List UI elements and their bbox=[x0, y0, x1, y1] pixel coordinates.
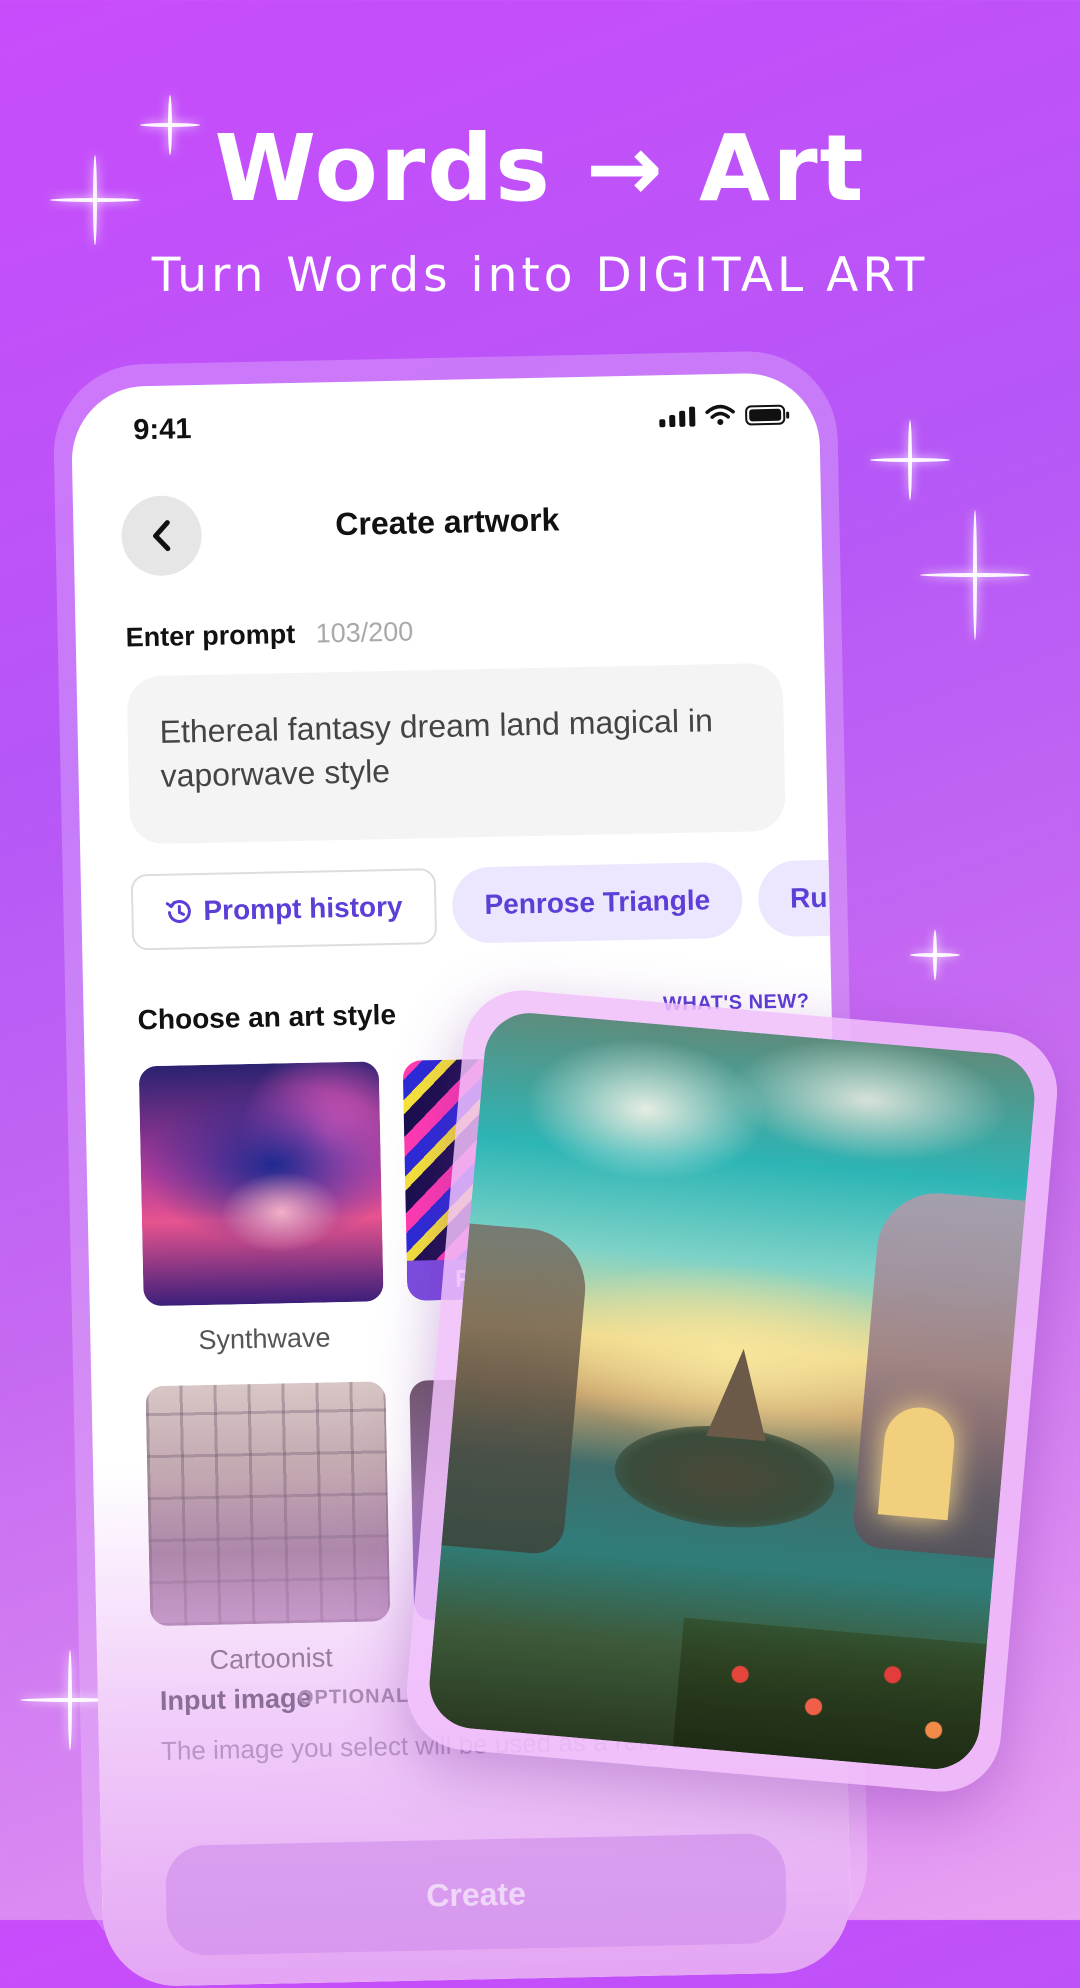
style-tile-synthwave[interactable] bbox=[138, 1061, 384, 1307]
history-icon bbox=[165, 900, 191, 923]
style-tile-cartoonist[interactable] bbox=[145, 1381, 391, 1627]
artwork-flowers bbox=[673, 1617, 987, 1773]
input-image-label: Input image bbox=[159, 1682, 312, 1717]
hero-subtitle: Turn Words into DIGITAL ART bbox=[151, 248, 929, 303]
cellular-signal-icon bbox=[659, 405, 696, 428]
create-button[interactable]: Create bbox=[165, 1832, 788, 1956]
sparkle-icon bbox=[870, 420, 950, 500]
prompt-input[interactable]: Ethereal fantasy dream land magical in v… bbox=[126, 662, 786, 845]
style-label-synthwave: Synthwave bbox=[198, 1322, 331, 1356]
optional-badge: OPTIONAL bbox=[297, 1684, 410, 1710]
status-time: 9:41 bbox=[133, 413, 192, 447]
art-style-heading: Choose an art style bbox=[137, 998, 397, 1036]
prompt-history-button[interactable]: Prompt history bbox=[130, 868, 438, 951]
artwork-spire bbox=[705, 1346, 774, 1442]
style-label-cartoonist: Cartoonist bbox=[209, 1642, 333, 1675]
generated-artwork-card bbox=[401, 985, 1063, 1797]
status-icons bbox=[659, 403, 786, 428]
battery-icon bbox=[744, 404, 786, 426]
prompt-history-label: Prompt history bbox=[203, 890, 403, 926]
artwork-cliff bbox=[441, 1223, 591, 1557]
prompt-char-count: 103/200 bbox=[315, 616, 414, 649]
wifi-icon bbox=[705, 404, 735, 426]
sparkle-icon bbox=[910, 930, 960, 980]
sparkle-icon bbox=[920, 510, 1030, 640]
prompt-label: Enter prompt bbox=[125, 618, 296, 653]
artwork-arch bbox=[878, 1404, 958, 1521]
prompt-chips: Prompt history Penrose Triangle Ruii bbox=[130, 856, 852, 951]
generated-artwork-image bbox=[425, 1009, 1039, 1773]
suggestion-chip[interactable]: Penrose Triangle bbox=[451, 861, 743, 944]
suggestion-chip[interactable]: Ruii bbox=[757, 858, 852, 938]
hero-title: Words → Art bbox=[214, 115, 866, 222]
